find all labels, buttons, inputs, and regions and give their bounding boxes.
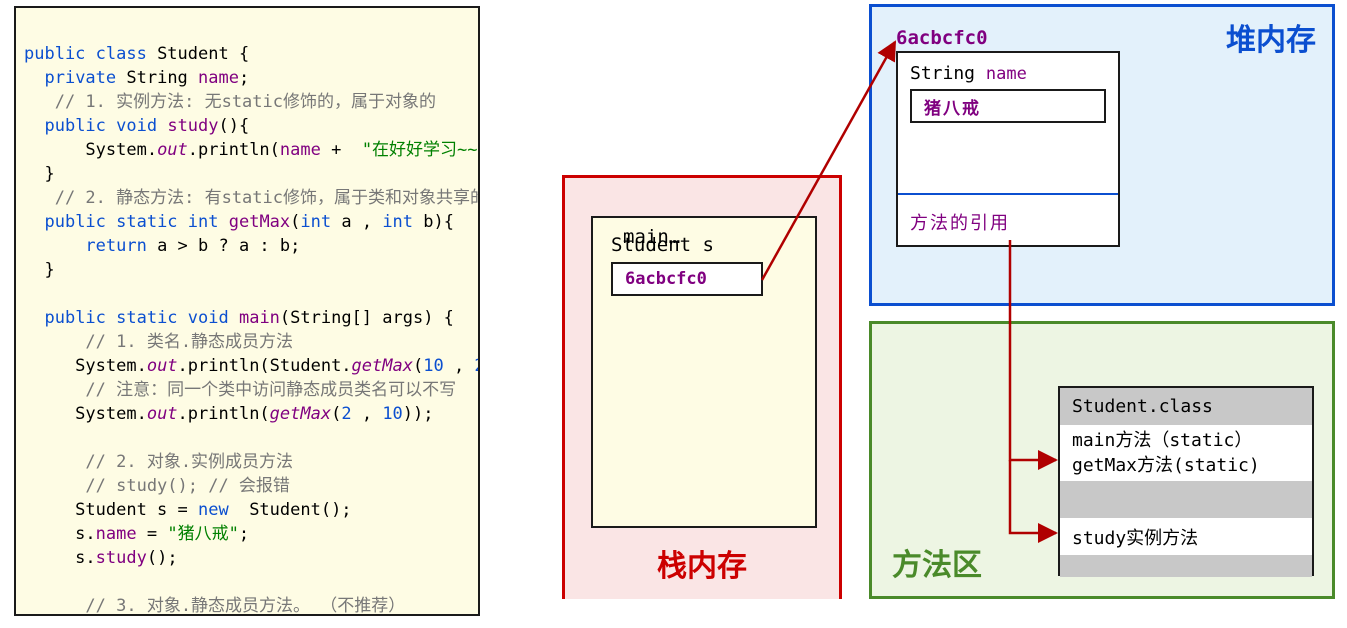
static-methods-row: main方法（static） getMax方法(static) xyxy=(1060,425,1312,481)
heap-method-ref: 方法的引用 xyxy=(910,209,1010,235)
code-panel: public class Student { private String na… xyxy=(14,6,480,616)
heap-field-label: String name xyxy=(910,63,1027,84)
heap-divider xyxy=(898,193,1118,195)
class-box: Student.class main方法（static） getMax方法(st… xyxy=(1058,386,1314,576)
method-area-title: 方法区 xyxy=(892,540,982,584)
instance-method-row: study实例方法 xyxy=(1060,518,1312,555)
heap-object-box: String name 猪八戒 方法的引用 xyxy=(896,51,1120,247)
heap-memory-panel: 堆内存 6acbcfc0 String name 猪八戒 方法的引用 xyxy=(869,4,1335,306)
stack-var-label: Student s xyxy=(611,234,714,256)
class-name-row: Student.class xyxy=(1060,388,1312,425)
stack-title: 栈内存 xyxy=(565,541,839,585)
spacer-row xyxy=(1060,481,1312,518)
stack-var-value: 6acbcfc0 xyxy=(611,262,763,296)
footer-row xyxy=(1060,555,1312,577)
method-area-panel: 方法区 Student.class main方法（static） getMax方… xyxy=(869,321,1335,599)
heap-field-value: 猪八戒 xyxy=(910,89,1106,123)
stack-memory-panel: 栈内存 main… Student s 6acbcfc0 xyxy=(562,175,842,599)
heap-object-address: 6acbcfc0 xyxy=(896,27,988,49)
heap-title: 堆内存 xyxy=(1226,15,1316,59)
